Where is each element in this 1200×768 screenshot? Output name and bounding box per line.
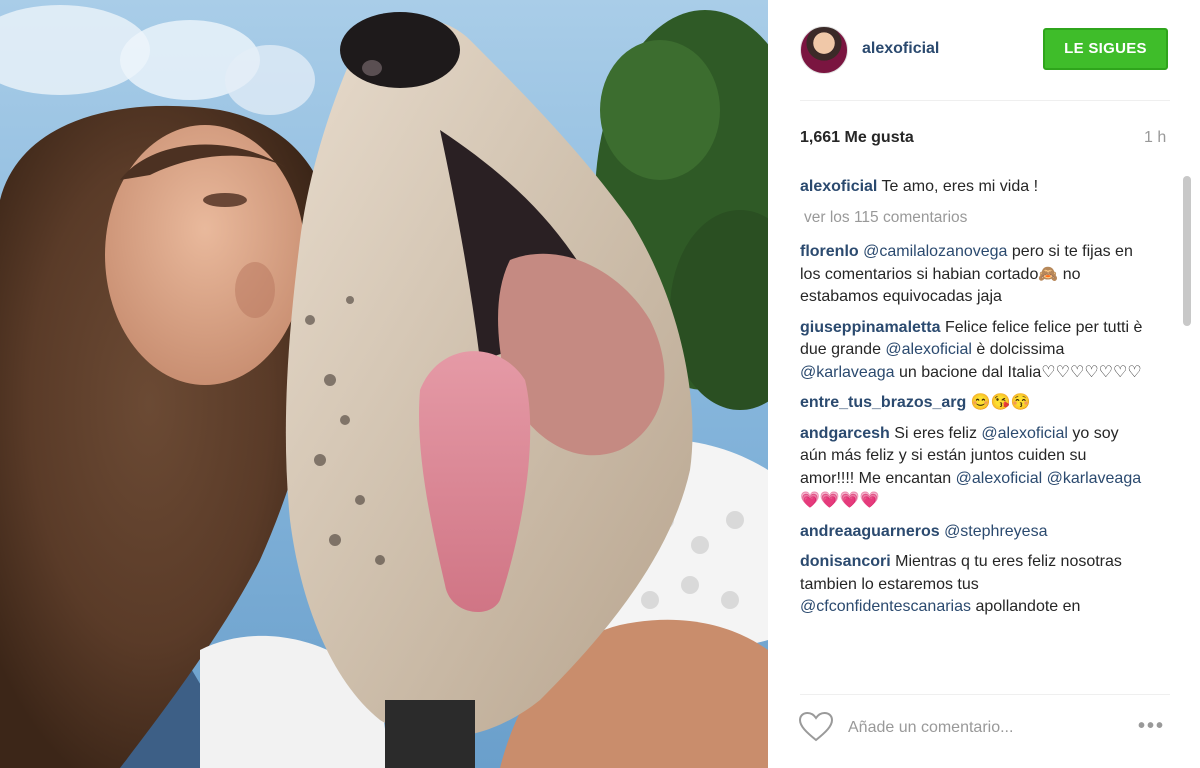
footer-divider bbox=[800, 694, 1170, 695]
comment-text: è dolcissima bbox=[971, 341, 1065, 358]
post-photo[interactable] bbox=[0, 0, 768, 768]
header-divider bbox=[800, 100, 1170, 101]
comment-mention[interactable]: @karlaveaga bbox=[1047, 470, 1142, 487]
post-header: alexoficial LE SIGUES bbox=[768, 0, 1200, 100]
photo-illustration bbox=[0, 0, 768, 768]
comment-mention[interactable]: @stephreyesa bbox=[944, 523, 1047, 540]
comment-author[interactable]: giuseppinamaletta bbox=[800, 319, 940, 336]
post-time[interactable]: 1 h bbox=[1144, 129, 1166, 147]
comment-mention[interactable]: @camilalozanovega bbox=[863, 243, 1007, 260]
add-comment-input[interactable] bbox=[848, 715, 1128, 741]
more-options-icon[interactable]: ••• bbox=[1138, 716, 1170, 736]
comment-text: un bacione dal Italia♡♡♡♡♡♡♡ bbox=[894, 363, 1142, 381]
comment-text: Te amo, eres mi vida ! bbox=[881, 178, 1039, 195]
view-all-comments-link[interactable]: ver los 115 comentarios bbox=[804, 207, 1145, 230]
comment-item: alexoficial Te amo, eres mi vida ! bbox=[800, 176, 1145, 199]
likes-count[interactable]: 1,661 Me gusta bbox=[800, 129, 914, 147]
comment-mention[interactable]: @alexoficial bbox=[885, 341, 972, 358]
comment-item: giuseppinamaletta Felice felice felice p… bbox=[800, 317, 1145, 385]
comment-author[interactable]: andgarcesh bbox=[800, 425, 890, 442]
comment-item: entre_tus_brazos_arg 😊😘😚 bbox=[800, 392, 1145, 415]
following-button[interactable]: LE SIGUES bbox=[1043, 28, 1168, 70]
comment-item: andreaaguarneros @stephreyesa bbox=[800, 521, 1145, 544]
heart-outline-icon[interactable] bbox=[798, 711, 834, 743]
comment-mention[interactable]: @alexoficial bbox=[981, 425, 1068, 442]
comment-author[interactable]: florenlo bbox=[800, 243, 859, 260]
comment-mention[interactable]: @karlaveaga bbox=[800, 364, 895, 381]
comment-author[interactable]: alexoficial bbox=[800, 178, 877, 195]
comment-mention[interactable]: @alexoficial bbox=[956, 470, 1043, 487]
comment-item: donisancori Mientras q tu eres feliz nos… bbox=[800, 551, 1145, 619]
scrollbar-thumb[interactable] bbox=[1183, 176, 1191, 326]
comment-author[interactable]: donisancori bbox=[800, 553, 891, 570]
post-side-panel: alexoficial LE SIGUES 1,661 Me gusta 1 h… bbox=[768, 0, 1200, 768]
comment-text: 😊😘😚 bbox=[970, 394, 1031, 411]
comment-author[interactable]: andreaaguarneros bbox=[800, 523, 940, 540]
comment-item: andgarcesh Si eres feliz @alexoficial yo… bbox=[800, 423, 1145, 513]
comment-text: Si eres feliz bbox=[894, 424, 982, 442]
comment-text: 💗💗💗💗 bbox=[800, 492, 880, 509]
user-avatar[interactable] bbox=[800, 26, 848, 74]
comments-list: alexoficial Te amo, eres mi vida ! ver lo… bbox=[800, 176, 1145, 686]
comment-item: florenlo @camilalozanovega pero si te fi… bbox=[800, 241, 1145, 309]
comments-scrollbar[interactable] bbox=[1183, 176, 1191, 686]
post-username[interactable]: alexoficial bbox=[862, 40, 939, 58]
comment-mention[interactable]: @cfconfidentescanarias bbox=[800, 598, 971, 615]
comment-author[interactable]: entre_tus_brazos_arg bbox=[800, 394, 966, 411]
comment-text: apollandote en bbox=[971, 598, 1081, 615]
